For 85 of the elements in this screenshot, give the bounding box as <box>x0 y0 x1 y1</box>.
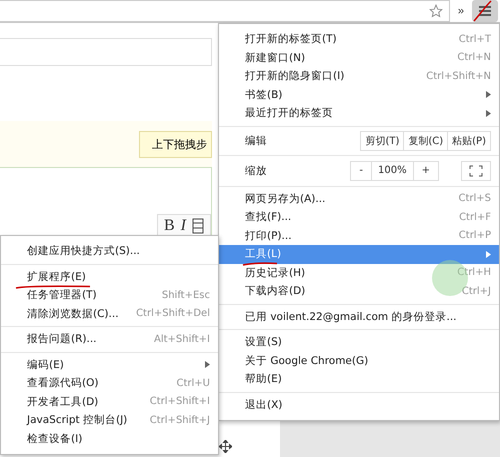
menu-item-label: 任务管理器(T) <box>27 288 97 302</box>
fullscreen-button[interactable] <box>461 160 491 180</box>
submenu-arrow-icon <box>486 250 491 258</box>
menu-item-label: 编码(E) <box>27 358 64 372</box>
submenu-arrow-icon <box>205 361 210 368</box>
menu-item[interactable]: 查看源代码(O) Ctrl+U <box>1 374 218 392</box>
menu-item[interactable]: JavaScript 控制台(J) Ctrl+Shift+J <box>1 411 218 430</box>
menu-item-label: 清除浏览数据(C)... <box>27 306 119 321</box>
menu-item-label: 扩展程序(E) <box>27 270 86 284</box>
menu-item[interactable]: 任务管理器(T) Shift+Esc <box>1 286 218 304</box>
menu-item[interactable]: 开发者工具(D) Ctrl+Shift+I <box>1 392 218 411</box>
menu-item[interactable]: 最近打开的标签页 <box>219 104 499 122</box>
menu-item-label: 帮助(E) <box>245 372 282 386</box>
shortcut-text: Ctrl+N <box>457 52 491 64</box>
shortcut-text: Ctrl+P <box>458 230 491 242</box>
menu-item-label: 新建窗口(N) <box>245 50 306 65</box>
shortcut-text: Ctrl+Shift+J <box>150 414 210 426</box>
menu-item-label: 编辑 <box>245 134 267 148</box>
menu-item[interactable]: 已用 voilent.22@gmail.com 的身份登录... <box>219 308 499 326</box>
shortcut-text: Ctrl+U <box>176 378 210 389</box>
shortcut-text: Ctrl+Shift+N <box>426 70 491 82</box>
menu-item-label: 查找(F)... <box>245 210 292 224</box>
submenu-arrow-icon <box>486 110 491 117</box>
submenu-arrow-icon <box>486 91 491 98</box>
overflow-button[interactable]: » <box>456 5 466 17</box>
shortcut-text: Ctrl+J <box>462 286 491 297</box>
shortcut-text: Ctrl+T <box>458 34 491 45</box>
format-button[interactable]: B <box>164 217 175 235</box>
menu-item[interactable]: 设置(S) <box>219 333 499 352</box>
menu-item-label: 工具(L) <box>245 247 282 262</box>
shortcut-text: Ctrl+Shift+Del <box>136 308 210 320</box>
menu-item[interactable]: 退出(X) <box>219 396 499 414</box>
menu-item[interactable]: 关于 Google Chrome(G) <box>219 352 499 370</box>
menu-item[interactable]: 检查设备(I) <box>1 430 218 448</box>
menu-item-label: 书签(B) <box>245 88 282 102</box>
menu-item[interactable]: 打开新的隐身窗口(I) Ctrl+Shift+N <box>219 67 499 86</box>
fullscreen-icon <box>469 164 483 176</box>
menu-item-label: 打印(P)... <box>245 228 292 243</box>
menu-item[interactable]: 帮助(E) <box>219 370 499 388</box>
shortcut-text: Alt+Shift+I <box>154 334 210 345</box>
menu-item-label: 查看源代码(O) <box>27 376 98 390</box>
menu-item[interactable]: 新建窗口(N) Ctrl+N <box>219 48 499 67</box>
menu-item-label: 打开新的标签页(T) <box>245 32 337 46</box>
menu-item-label: 开发者工具(D) <box>27 394 98 409</box>
menu-button[interactable] <box>472 0 498 22</box>
shortcut-text: Shift+Esc <box>162 290 210 301</box>
annotation-underline <box>242 262 278 266</box>
menu-item-label: JavaScript 控制台(J) <box>27 413 128 428</box>
menu-item-label: 缩放 <box>245 164 267 178</box>
tooltip: 上下拖拽步 <box>139 130 212 158</box>
menu-item-label: 网页另存为(A)... <box>245 192 326 206</box>
menu-item-label: 退出(X) <box>245 398 282 412</box>
menu-item[interactable]: 编码(E) <box>1 356 218 374</box>
menu-item[interactable]: 书签(B) <box>219 86 499 104</box>
menu-item-label: 关于 Google Chrome(G) <box>245 354 368 368</box>
menu-item[interactable]: 打开新的标签页(T) Ctrl+T <box>219 30 499 48</box>
menu-item-label: 已用 voilent.22@gmail.com 的身份登录... <box>245 310 457 324</box>
menu-icon <box>479 6 491 16</box>
shortcut-text: Ctrl+H <box>457 267 491 278</box>
menu-item[interactable]: 创建应用快捷方式(S)... <box>1 242 218 260</box>
menu-item-label: 最近打开的标签页 <box>245 106 333 120</box>
menu-item-label: 设置(S) <box>245 335 282 350</box>
shortcut-text: Ctrl+Shift+I <box>150 396 210 408</box>
menu-item-label: 历史记录(H) <box>245 266 306 280</box>
menu-item-label: 打开新的隐身窗口(I) <box>245 69 344 84</box>
menu-item-label: 检查设备(I) <box>27 432 82 446</box>
menu-item-label: 下载内容(D) <box>245 284 306 298</box>
menu-item[interactable]: 报告问题(R)... Alt+Shift+I <box>1 330 218 348</box>
menu-item[interactable]: 网页另存为(A)... Ctrl+S <box>219 190 499 208</box>
menu-item[interactable]: 打印(P)... Ctrl+P <box>219 226 499 245</box>
menu-item[interactable]: 下载内容(D) Ctrl+J <box>219 282 499 300</box>
menu-item-label: 报告问题(R)... <box>27 332 97 346</box>
annotation-stroke <box>472 0 492 22</box>
film-icon[interactable] <box>192 218 204 234</box>
shortcut-text: Ctrl+F <box>459 212 491 223</box>
star-icon[interactable] <box>428 4 443 18</box>
menu-item[interactable]: 扩展程序(E) <box>1 268 218 286</box>
menu-item[interactable]: 查找(F)... Ctrl+F <box>219 208 499 226</box>
menu-item[interactable]: 历史记录(H) Ctrl+H <box>219 264 499 282</box>
format-button[interactable]: I <box>180 217 186 235</box>
menu-item[interactable]: 清除浏览数据(C)... Ctrl+Shift+Del <box>1 304 218 323</box>
text-field[interactable] <box>0 38 212 66</box>
shortcut-text: Ctrl+S <box>458 193 491 204</box>
move-cursor-icon <box>219 440 232 453</box>
menu-item-label: 创建应用快捷方式(S)... <box>27 244 140 258</box>
